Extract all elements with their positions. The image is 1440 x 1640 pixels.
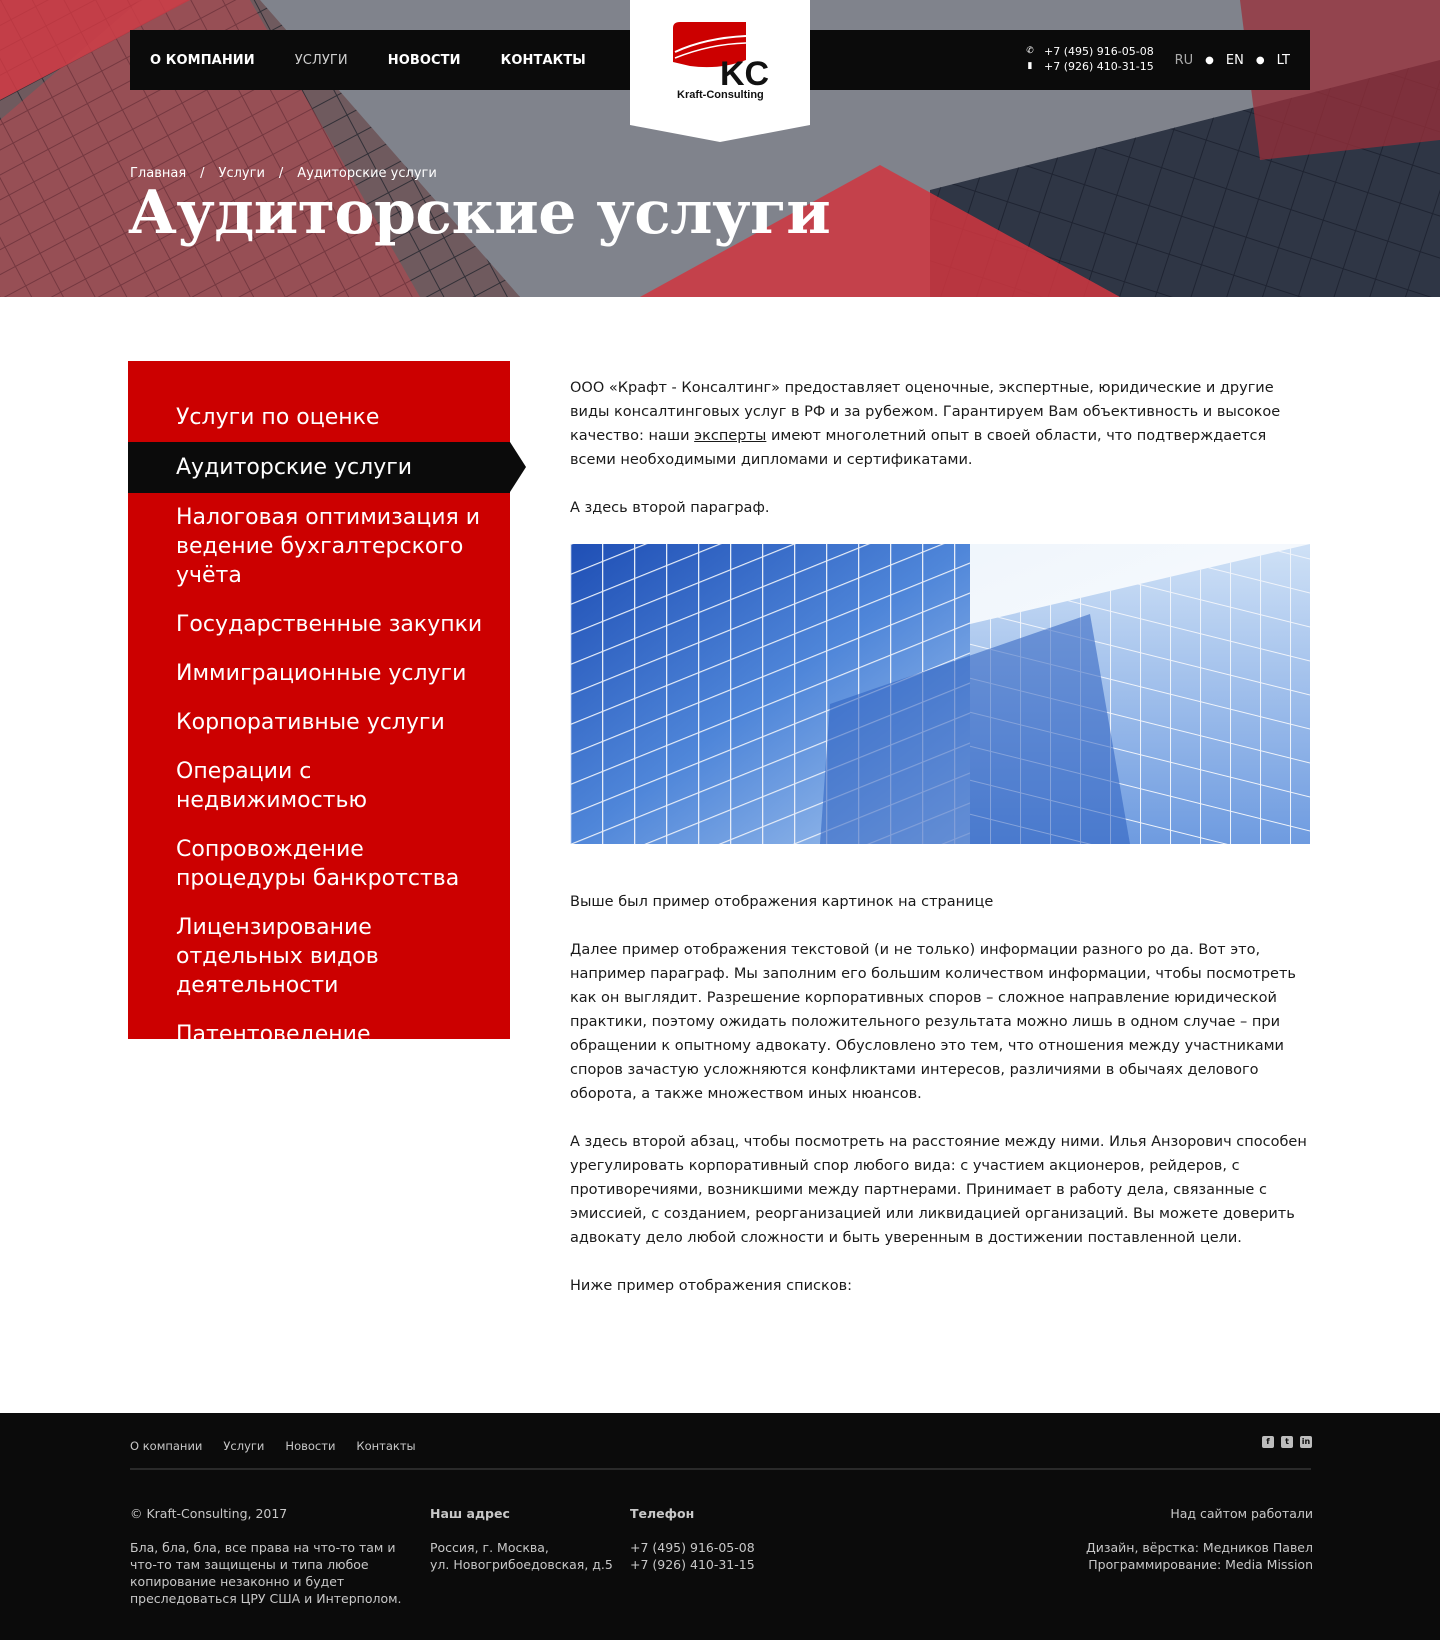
phone-heading: Телефон: [630, 1506, 695, 1521]
social-links: f t in: [1262, 1436, 1312, 1448]
lang-en[interactable]: EN: [1226, 53, 1244, 68]
logo-name: Kraft-Consulting: [677, 89, 764, 101]
footer-copyright: © Kraft-Consulting, 2017 Бла, бла, бла, …: [130, 1505, 410, 1607]
services-sidebar: Услуги по оценке Аудиторские услуги Нало…: [128, 361, 526, 1047]
disclaimer-text: Бла, бла, бла, все права на что-то там и…: [130, 1540, 402, 1606]
sidebar-item-immigration[interactable]: Иммиграционные услуги: [128, 659, 510, 688]
credits-design: Дизайн, вёрстка: Медников Павел: [1085, 1540, 1313, 1555]
sidebar-item-bankruptcy[interactable]: Сопровождение процедуры банкротства: [128, 835, 510, 893]
intro-paragraph: ООО «Крафт - Консалтинг» предоставляет о…: [570, 376, 1310, 472]
lang-separator: ●: [1255, 54, 1265, 66]
copyright-text: © Kraft-Consulting, 2017: [130, 1506, 288, 1521]
header-phones: ✆ +7 (495) 916-05-08 ▮ +7 (926) 410-31-1…: [1026, 44, 1154, 74]
footer-nav-news[interactable]: Новости: [285, 1439, 335, 1453]
facebook-icon[interactable]: f: [1262, 1436, 1274, 1448]
content-image-glass-building: [570, 544, 1310, 844]
footer-address: Наш адрес Россия, г. Москва, ул. Новогри…: [430, 1505, 620, 1573]
address-heading: Наш адрес: [430, 1506, 510, 1521]
header-phone-1[interactable]: +7 (495) 916-05-08: [1044, 44, 1154, 59]
hero-banner: О КОМПАНИИ УСЛУГИ НОВОСТИ КОНТАКТЫ ✆ +7 …: [0, 0, 1440, 297]
phone-icon: ✆: [1026, 46, 1034, 56]
footer-nav-services[interactable]: Услуги: [223, 1439, 264, 1453]
address-line-2: ул. Новогрибоедовская, д.5: [430, 1557, 613, 1572]
footer-nav: О компании Услуги Новости Контакты: [130, 1439, 416, 1453]
lang-lt[interactable]: LT: [1277, 53, 1290, 68]
sidebar-item-licensing[interactable]: Лицензирование отдельных видов деятельно…: [128, 913, 510, 1000]
footer-nav-company[interactable]: О компании: [130, 1439, 202, 1453]
header-phone-2[interactable]: +7 (926) 410-31-15: [1044, 59, 1154, 74]
lang-separator: ●: [1205, 54, 1214, 66]
footer-divider: [130, 1468, 1311, 1470]
footer-credits: Над сайтом работали Дизайн, вёрстка: Мед…: [1013, 1505, 1313, 1573]
nav-item-contacts[interactable]: КОНТАКТЫ: [501, 53, 586, 68]
sidebar-item-valuation[interactable]: Услуги по оценке: [128, 403, 510, 432]
twitter-icon[interactable]: t: [1281, 1436, 1293, 1448]
footer-phones: Телефон +7 (495) 916-05-08 +7 (926) 410-…: [630, 1505, 790, 1573]
linkedin-icon[interactable]: in: [1300, 1436, 1312, 1448]
fourth-paragraph: А здесь второй абзац, чтобы посмотреть н…: [570, 1134, 1307, 1246]
address-line-1: Россия, г. Москва,: [430, 1540, 549, 1555]
logo-initials: KC: [720, 55, 769, 93]
sidebar-item-real-estate[interactable]: Операции с недвижимостью: [128, 757, 510, 815]
second-paragraph: А здесь второй параграф.: [570, 500, 770, 516]
third-paragraph: Далее пример отображения текстовой (и не…: [570, 942, 1296, 1102]
nav-item-services[interactable]: УСЛУГИ: [295, 53, 348, 68]
sidebar-item-corporate[interactable]: Корпоративные услуги: [128, 708, 510, 737]
nav-item-news[interactable]: НОВОСТИ: [388, 53, 461, 68]
footer-phone-1[interactable]: +7 (495) 916-05-08: [630, 1539, 790, 1556]
after-image-caption: Выше был пример отображения картинок на …: [570, 894, 994, 910]
lists-intro: Ниже пример отображения списков:: [570, 1278, 853, 1294]
site-logo[interactable]: KC Kraft-Consulting: [630, 0, 810, 142]
page-title: Аудиторские услуги: [128, 178, 831, 248]
sidebar-item-audit[interactable]: Аудиторские услуги: [128, 442, 526, 493]
sidebar-item-procurement[interactable]: Государственные закупки: [128, 610, 510, 639]
credits-dev: Программирование: Media Mission: [1088, 1557, 1313, 1572]
mobile-icon: ▮: [1027, 61, 1033, 71]
main-content: ООО «Крафт - Консалтинг» предоставляет о…: [570, 376, 1310, 1322]
footer-nav-contacts[interactable]: Контакты: [356, 1439, 415, 1453]
site-footer: О компании Услуги Новости Контакты f t i…: [0, 1413, 1440, 1640]
sidebar-item-tax[interactable]: Налоговая оптимизация и ведение бухгалте…: [128, 503, 510, 590]
nav-item-company[interactable]: О КОМПАНИИ: [150, 53, 255, 68]
sidebar-item-patents[interactable]: Патентоведение: [128, 1020, 510, 1049]
main-nav: О КОМПАНИИ УСЛУГИ НОВОСТИ КОНТАКТЫ: [150, 30, 586, 90]
experts-link[interactable]: эксперты: [694, 428, 766, 444]
credits-heading: Над сайтом работали: [1170, 1506, 1313, 1521]
language-switcher: RU ● EN ● LT: [1175, 30, 1290, 90]
footer-phone-2[interactable]: +7 (926) 410-31-15: [630, 1556, 790, 1573]
lang-ru[interactable]: RU: [1175, 53, 1194, 68]
